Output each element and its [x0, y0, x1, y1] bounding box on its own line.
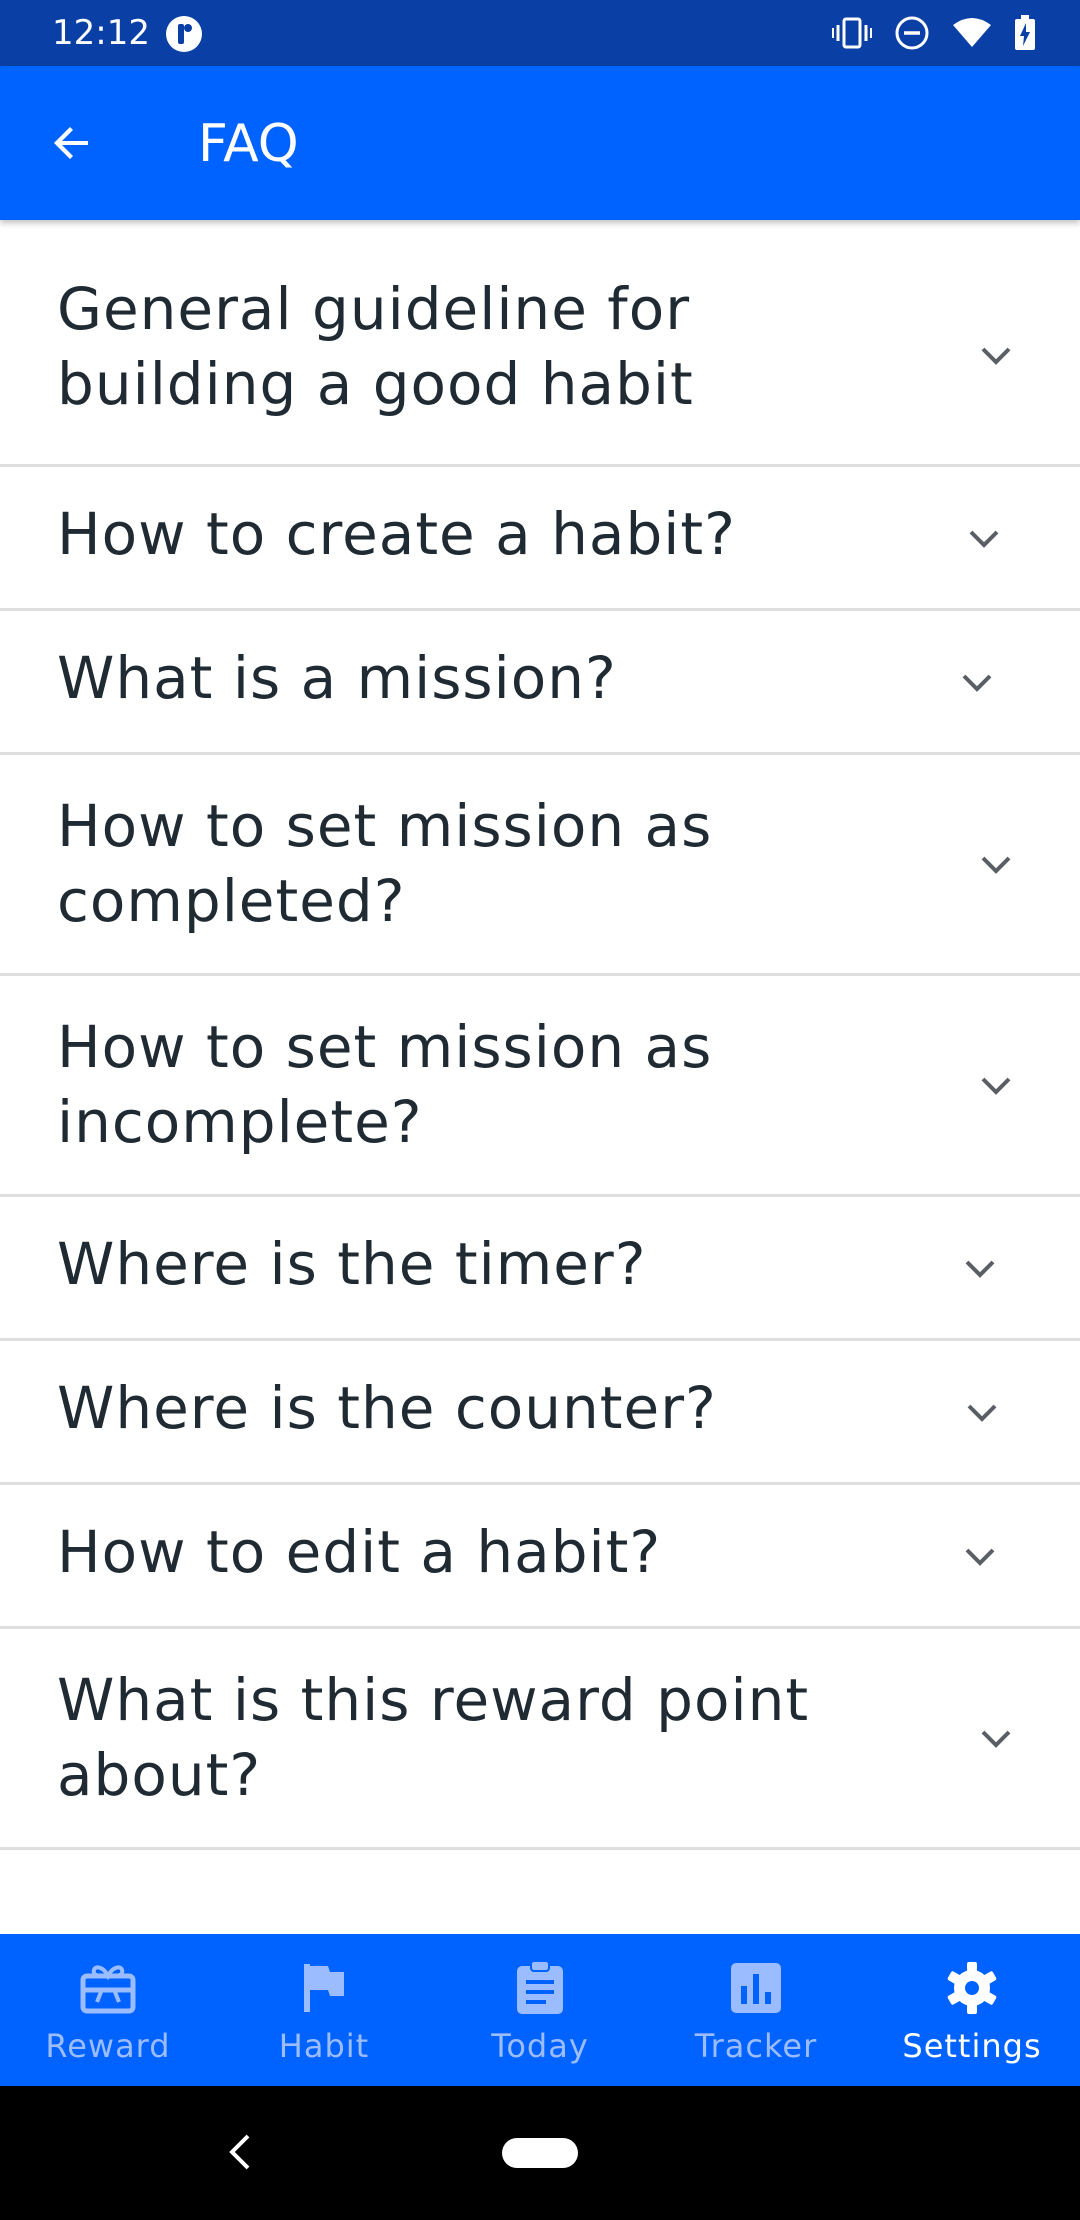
nav-item-tracker[interactable]: Tracker — [648, 1934, 864, 2086]
faq-question: How to set mission as incomplete? — [57, 1013, 713, 1156]
wifi-icon — [953, 18, 991, 47]
chevron-down-icon — [976, 1066, 1016, 1106]
system-home-button[interactable] — [502, 2138, 578, 2168]
faq-question: Where is the counter? — [57, 1374, 717, 1442]
faq-list: General guideline for building a good ha… — [0, 220, 1080, 1850]
faq-item-mission-incomplete[interactable]: How to set mission as incomplete? — [0, 976, 1080, 1197]
system-back-icon[interactable] — [222, 2130, 262, 2174]
arrow-back-icon — [54, 127, 88, 159]
status-bar: 12:12 — [0, 0, 1080, 66]
bottom-navigation: Reward Habit Today Tracker Settings — [0, 1934, 1080, 2086]
clipboard-icon — [510, 1958, 570, 2018]
reward-icon — [78, 1958, 138, 2018]
app-bar: FAQ — [0, 66, 1080, 220]
faq-question: What is a mission? — [57, 644, 617, 712]
chevron-down-icon — [976, 845, 1016, 885]
faq-item-timer[interactable]: Where is the timer? — [0, 1197, 1080, 1341]
chevron-down-icon — [957, 663, 997, 703]
status-time: 12:12 — [52, 13, 150, 53]
chevron-down-icon — [960, 1537, 1000, 1577]
app-notification-icon — [166, 16, 202, 52]
nav-label: Reward — [45, 2027, 171, 2065]
flag-icon — [294, 1958, 354, 2018]
nav-label: Tracker — [694, 2027, 818, 2065]
system-navigation-bar — [0, 2086, 1080, 2220]
chevron-down-icon — [976, 1719, 1016, 1759]
gear-icon — [942, 1958, 1002, 2018]
nav-label: Today — [491, 2027, 589, 2065]
faq-question: How to set mission as completed? — [57, 792, 713, 935]
nav-label: Habit — [278, 2027, 370, 2065]
back-button[interactable] — [30, 101, 114, 185]
nav-label: Settings — [902, 2027, 1042, 2065]
chart-icon — [726, 1958, 786, 2018]
faq-item-building-habit[interactable]: General guideline for building a good ha… — [0, 220, 1080, 467]
status-icons — [832, 12, 1036, 54]
chevron-down-icon — [962, 1393, 1002, 1433]
page-title: FAQ — [198, 114, 299, 174]
faq-item-reward-point[interactable]: What is this reward point about? — [0, 1629, 1080, 1850]
nav-item-reward[interactable]: Reward — [0, 1934, 216, 2086]
do-not-disturb-icon — [895, 16, 929, 50]
chevron-down-icon — [960, 1249, 1000, 1289]
vibrate-icon — [832, 17, 872, 49]
faq-question: How to create a habit? — [57, 500, 736, 568]
nav-item-today[interactable]: Today — [432, 1934, 648, 2086]
nav-item-settings[interactable]: Settings — [864, 1934, 1080, 2086]
chevron-down-icon — [976, 336, 1016, 376]
battery-charging-icon — [1015, 15, 1035, 50]
faq-item-edit-habit[interactable]: How to edit a habit? — [0, 1485, 1080, 1629]
faq-question: How to edit a habit? — [57, 1518, 662, 1586]
faq-item-create-habit[interactable]: How to create a habit? — [0, 467, 1080, 611]
faq-item-counter[interactable]: Where is the counter? — [0, 1341, 1080, 1485]
faq-item-mission[interactable]: What is a mission? — [0, 611, 1080, 755]
faq-item-mission-completed[interactable]: How to set mission as completed? — [0, 755, 1080, 976]
chevron-down-icon — [964, 519, 1004, 559]
faq-question: Where is the timer? — [57, 1230, 647, 1298]
nav-item-habit[interactable]: Habit — [216, 1934, 432, 2086]
faq-question: What is this reward point about? — [57, 1666, 810, 1809]
faq-question: General guideline for building a good ha… — [57, 275, 694, 418]
